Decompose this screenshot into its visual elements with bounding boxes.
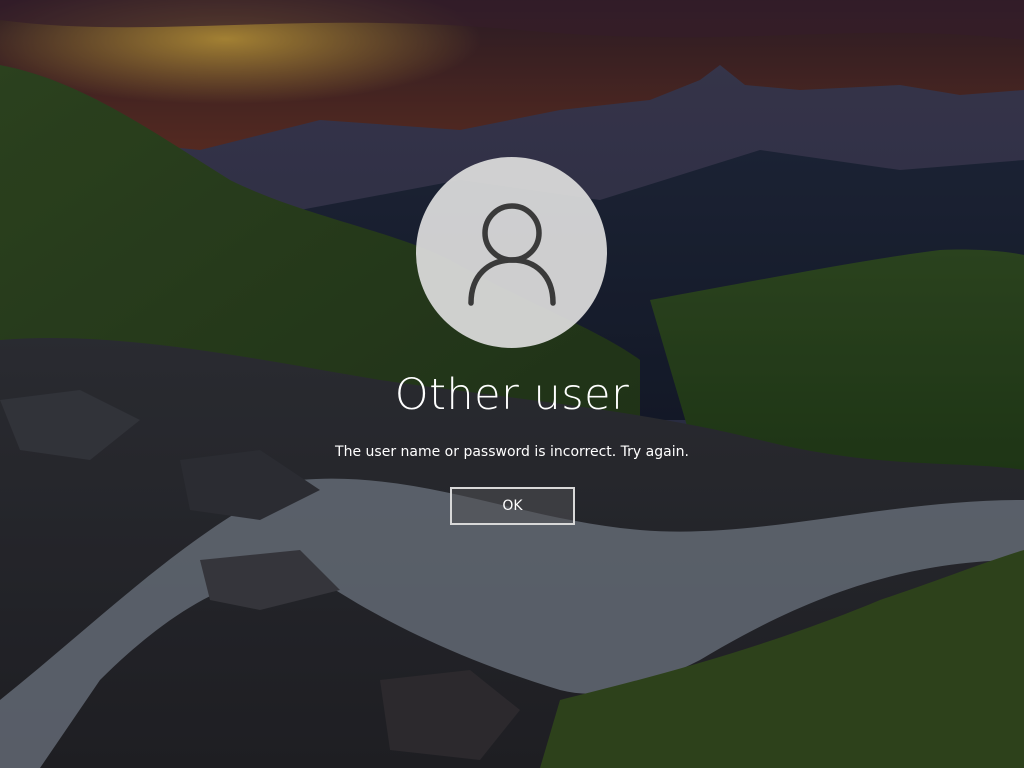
- username-label: Other user: [394, 370, 630, 420]
- ok-button[interactable]: OK: [450, 487, 575, 525]
- user-avatar: [416, 157, 607, 348]
- error-message: The user name or password is incorrect. …: [335, 444, 689, 460]
- user-silhouette-icon: [467, 202, 556, 306]
- lock-screen: Other user The user name or password is …: [0, 0, 1024, 768]
